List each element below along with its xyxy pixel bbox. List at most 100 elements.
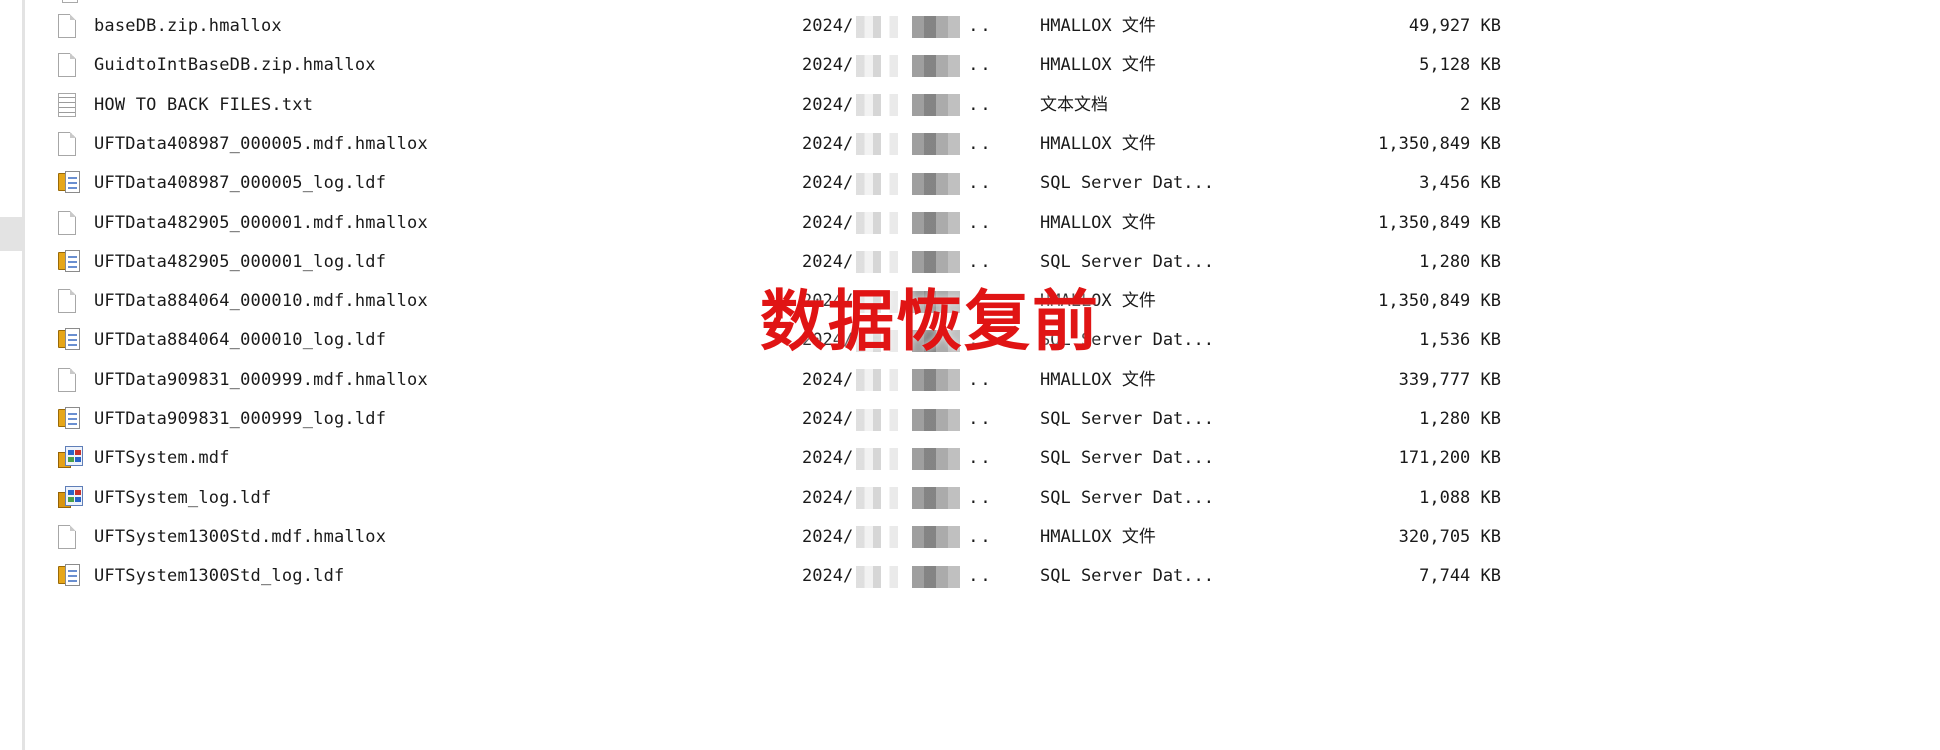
redacted-date-block: [856, 133, 899, 156]
navigation-pane-selection[interactable]: [0, 217, 22, 251]
file-row[interactable]: UFTSystem_log.ldf 2024/.. SQL Server Dat..…: [25, 479, 1925, 518]
file-row[interactable]: UFTData482905_000001_log.ldf 2024/.. SQL S…: [25, 243, 1925, 282]
file-icon-cell: [58, 164, 84, 203]
redacted-date-block: [856, 408, 899, 431]
file-size: 339,777 KB: [1398, 369, 1501, 390]
redacted-time-block: [912, 526, 961, 549]
date-truncation: ..: [968, 526, 993, 547]
file-row[interactable]: UFTData408987_000005_log.ldf 2024/.. SQL S…: [25, 164, 1925, 203]
file-modified-date: 2024/..: [802, 518, 993, 557]
file-modified-date: 2024/..: [802, 164, 993, 203]
file-icon-cell: [58, 125, 84, 164]
file-name[interactable]: UFTSystem1300Std_log.ldf: [94, 557, 344, 596]
file-name[interactable]: UFTData884064_000010_log.ldf: [94, 321, 386, 360]
file-modified-date: 2024/..: [802, 439, 993, 478]
redacted-time-block: [912, 487, 961, 510]
file-name[interactable]: UFTData482905_000001_log.ldf: [94, 243, 386, 282]
file-size: 5,128 KB: [1419, 55, 1501, 76]
file-icon: [58, 524, 76, 549]
file-size: 1,350,849 KB: [1378, 212, 1501, 233]
date-visible-text: 2024/: [802, 369, 854, 390]
file-row[interactable]: HOW TO BACK FILES.txt 2024/.. 文本文档 2 KB: [25, 86, 1925, 125]
redacted-date-block: [856, 172, 899, 195]
file-size: 1,280 KB: [1419, 251, 1501, 272]
file-name[interactable]: baseDB.zip.hmallox: [94, 7, 282, 46]
file-icon-cell: [58, 400, 84, 439]
date-visible-text: 2024/: [802, 212, 854, 233]
date-truncation: ..: [968, 133, 993, 154]
date-truncation: ..: [968, 409, 993, 429]
sql-database-icon: [58, 446, 84, 470]
file-modified-date: 2024/..: [802, 243, 993, 282]
file-type: 文本文档: [1040, 94, 1108, 115]
sql-log-icon: [58, 407, 80, 431]
file-size: 1,350,849 KB: [1378, 291, 1501, 312]
file-icon: [58, 131, 76, 156]
file-explorer-window: baseDB.zip.hmallox 2024/.. HMALLOX 文件 49,92…: [0, 0, 1940, 750]
date-truncation: ..: [968, 94, 993, 115]
file-row[interactable]: UFTSystem1300Std.mdf.hmallox 2024/.. HMALL…: [25, 518, 1925, 557]
file-modified-date: 2024/..: [802, 86, 993, 125]
date-visible-text: 2024/: [802, 526, 854, 547]
file-size: 1,536 KB: [1419, 330, 1501, 351]
file-row[interactable]: GuidtoIntBaseDB.zip.hmallox 2024/.. HMALLO…: [25, 46, 1925, 85]
file-icon: [62, 0, 78, 3]
file-row[interactable]: UFTSystem.mdf 2024/.. SQL Server Dat... 171…: [25, 439, 1925, 478]
file-icon-cell: [58, 479, 84, 518]
file-icon-cell: [58, 243, 84, 282]
file-row[interactable]: UFTData909831_000999.mdf.hmallox 2024/.. H…: [25, 361, 1925, 400]
navigation-pane[interactable]: [0, 0, 25, 750]
redacted-time-block: [912, 212, 961, 234]
file-icon-cell: [58, 282, 84, 321]
file-type: SQL Server Dat...: [1040, 251, 1214, 272]
redacted-time-block: [912, 447, 961, 470]
file-name[interactable]: UFTSystem1300Std.mdf.hmallox: [94, 518, 386, 557]
file-name[interactable]: UFTData408987_000005_log.ldf: [94, 164, 386, 203]
sql-system-log-icon: [58, 485, 84, 510]
file-name[interactable]: UFTSystem_log.ldf: [94, 479, 271, 518]
file-row[interactable]: baseDB.zip.hmallox 2024/.. HMALLOX 文件 49,92…: [25, 7, 1925, 46]
file-size: 7,744 KB: [1419, 566, 1501, 587]
file-icon-cell: [58, 7, 84, 46]
file-row[interactable]: UFTSystem1300Std_log.ldf 2024/.. SQL Serve…: [25, 557, 1925, 596]
file-size: 171,200 KB: [1398, 448, 1501, 469]
file-icon: [58, 367, 76, 392]
file-icon-cell: [58, 46, 84, 85]
date-truncation: ..: [968, 16, 993, 36]
file-icon-cell: [58, 86, 84, 125]
file-size: 3,456 KB: [1419, 173, 1501, 194]
file-row[interactable]: UFTData909831_000999_log.ldf 2024/.. SQL S…: [25, 400, 1925, 439]
sql-log-icon: [58, 328, 80, 352]
file-name[interactable]: UFTData909831_000999.mdf.hmallox: [94, 361, 428, 400]
file-size: 1,088 KB: [1419, 487, 1501, 508]
redacted-date-block: [856, 526, 899, 549]
file-type: SQL Server Dat...: [1040, 409, 1214, 429]
file-name[interactable]: UFTData408987_000005.mdf.hmallox: [94, 125, 428, 164]
file-icon-cell: [58, 204, 84, 243]
file-name[interactable]: GuidtoIntBaseDB.zip.hmallox: [94, 46, 376, 85]
date-truncation: ..: [968, 212, 993, 233]
redacted-date-block: [856, 369, 899, 392]
file-row[interactable]: UFTData482905_000001.mdf.hmallox 2024/.. H…: [25, 204, 1925, 243]
date-truncation: ..: [968, 566, 993, 587]
redacted-time-block: [912, 172, 961, 195]
file-name[interactable]: UFTSystem.mdf: [94, 439, 230, 478]
redacted-time-block: [912, 15, 961, 38]
file-name[interactable]: HOW TO BACK FILES.txt: [94, 86, 313, 125]
text-file-icon: [58, 92, 76, 117]
file-modified-date: 2024/..: [802, 361, 993, 400]
file-name[interactable]: UFTData909831_000999_log.ldf: [94, 400, 386, 439]
redacted-time-block: [912, 54, 961, 77]
date-truncation: ..: [968, 55, 993, 76]
date-visible-text: 2024/: [802, 409, 854, 429]
file-name[interactable]: UFTData884064_000010.mdf.hmallox: [94, 282, 428, 321]
file-name[interactable]: UFTData482905_000001.mdf.hmallox: [94, 204, 428, 243]
overlay-label: 数据恢复前: [760, 283, 1100, 360]
sql-log-icon: [58, 171, 80, 195]
file-row[interactable]: UFTData408987_000005.mdf.hmallox 2024/.. H…: [25, 125, 1925, 164]
file-icon-cell: [58, 518, 84, 557]
file-list[interactable]: baseDB.zip.hmallox 2024/.. HMALLOX 文件 49,92…: [25, 0, 1940, 750]
redacted-date-block: [856, 212, 899, 234]
redacted-date-block: [856, 15, 899, 38]
redacted-time-block: [912, 369, 961, 392]
